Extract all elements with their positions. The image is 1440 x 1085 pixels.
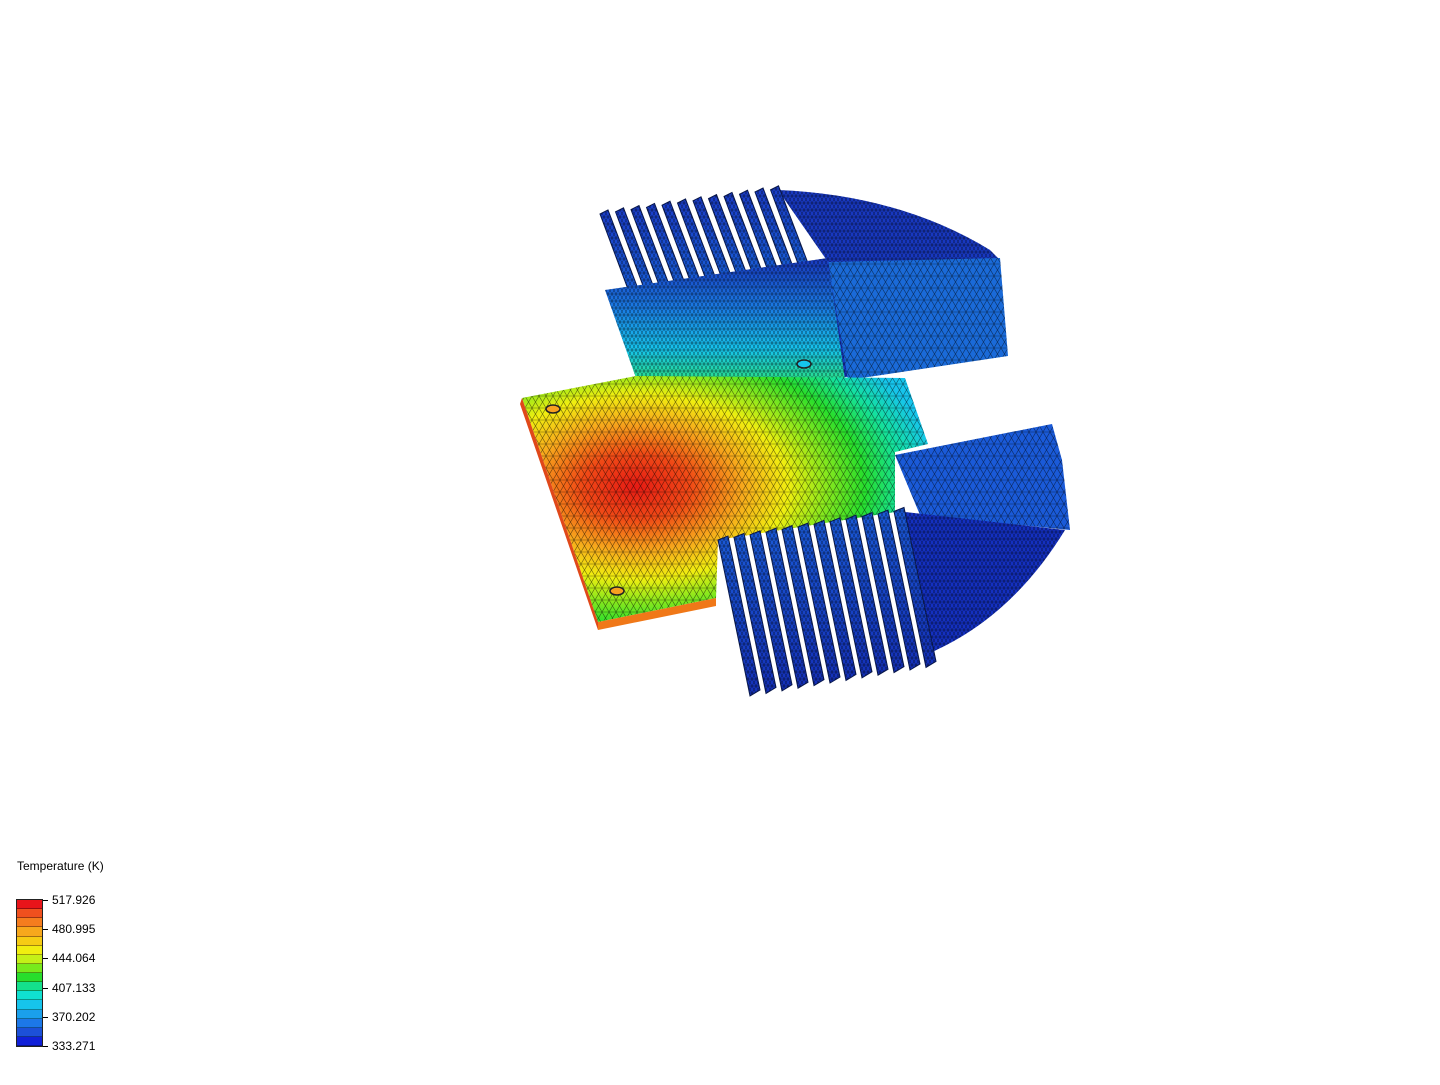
legend-swatch	[17, 991, 42, 1001]
legend-swatch	[17, 954, 42, 964]
simulation-viewport[interactable]: Temperature (K) 517.926 480.995 444.064 407…	[0, 0, 1440, 1080]
legend-swatch	[17, 1009, 42, 1019]
mount-hole-3	[796, 359, 812, 369]
legend-swatch	[17, 900, 42, 910]
legend-swatch	[17, 982, 42, 992]
legend-swatch	[17, 936, 42, 946]
legend-color-bar	[16, 899, 43, 1047]
legend-tick-label: 517.926	[52, 893, 96, 907]
legend-title: Temperature (K)	[17, 859, 104, 873]
legend-tick-label: 480.995	[52, 922, 96, 937]
legend-swatch	[17, 963, 42, 973]
legend-tick-mark	[43, 1046, 48, 1047]
legend-swatch	[17, 909, 42, 919]
legend-tick-mark	[43, 929, 48, 931]
legend-swatch	[17, 973, 42, 983]
legend-swatch	[17, 1027, 42, 1037]
heatsink-mesh-model[interactable]	[0, 0, 1440, 1080]
mount-hole-1	[545, 404, 561, 414]
legend-swatch	[17, 1000, 42, 1010]
legend-swatch	[17, 1018, 42, 1028]
mount-hole-2	[609, 586, 625, 596]
legend-tick-label: 370.202	[52, 1009, 96, 1024]
legend-swatch	[17, 927, 42, 937]
legend-swatch	[17, 918, 42, 928]
legend-swatch	[17, 1036, 42, 1046]
legend-tick-mark	[43, 958, 48, 960]
legend-tick-mark	[43, 987, 48, 989]
legend-swatch	[17, 945, 42, 955]
legend-tick-mark	[43, 900, 48, 901]
legend-tick-mark	[43, 1016, 48, 1018]
legend-tick-label: 444.064	[52, 951, 96, 966]
lower-fins	[717, 506, 937, 697]
legend-tick-label: 407.133	[52, 980, 96, 995]
legend-tick-label: 333.271	[52, 1039, 96, 1053]
